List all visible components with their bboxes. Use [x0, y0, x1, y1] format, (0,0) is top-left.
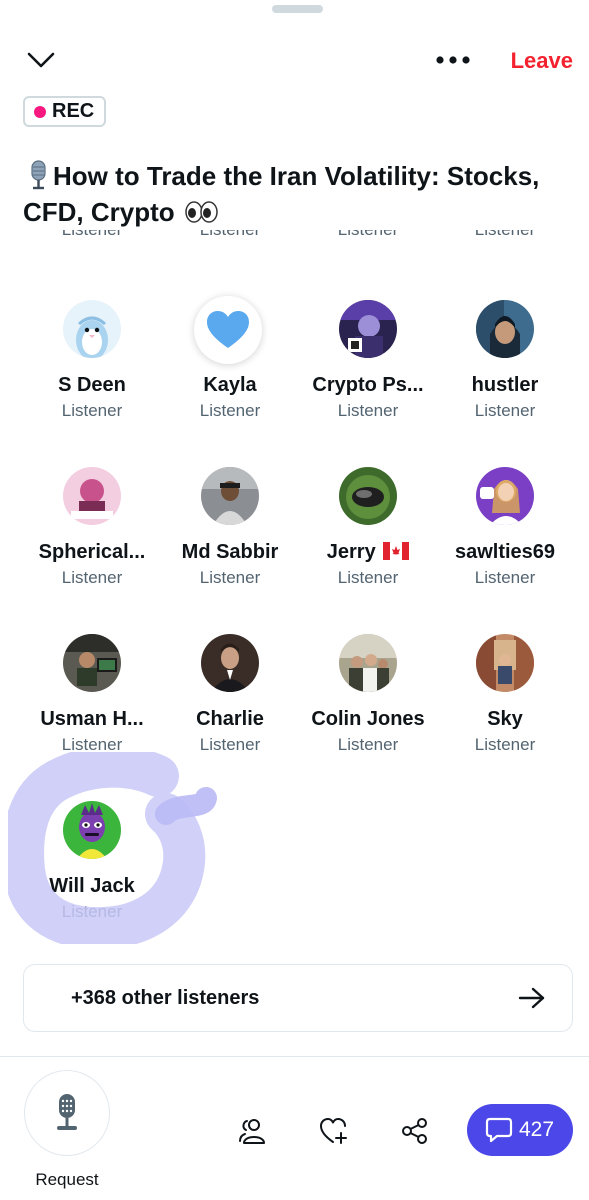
cyber-figure-avatar-icon	[339, 300, 397, 358]
cartoon-character-avatar-icon	[63, 801, 121, 859]
participant-usman-h[interactable]: Usman H... Listener	[23, 634, 161, 764]
participant-name-text: Jerry	[326, 541, 376, 563]
other-listeners-button[interactable]: +368 other listeners	[23, 964, 573, 1032]
recording-badge: REC	[23, 96, 107, 127]
hero-avatar-icon	[476, 300, 534, 358]
participant-md-sabbir[interactable]: Md Sabbir Listener	[161, 467, 299, 597]
other-listeners-label: +368 other listeners	[71, 986, 260, 1009]
participant-name: Colin Jones	[311, 708, 425, 730]
avatar	[339, 467, 397, 525]
avatar	[201, 467, 259, 525]
purple-figure-avatar-icon	[476, 467, 534, 525]
participant-will-jack[interactable]: Will Jack Listener	[23, 801, 161, 931]
leave-button[interactable]: Leave	[511, 48, 573, 74]
recording-dot-icon	[34, 105, 46, 118]
participant-role: Listener	[199, 735, 261, 754]
avatar	[339, 300, 397, 358]
request-label: Request	[35, 1170, 99, 1189]
golf-club-avatar-icon	[339, 467, 397, 525]
clipped-role-label: Listener	[161, 230, 299, 240]
group-photo-avatar-icon	[339, 634, 397, 692]
participant-jerry[interactable]: Jerry Listener	[299, 467, 437, 597]
avatar	[476, 467, 534, 525]
avatar	[63, 801, 121, 859]
participant-role: Listener	[61, 401, 123, 420]
participant-s-deen[interactable]: S Deen Listener	[23, 300, 161, 430]
heart-avatar-icon	[207, 311, 249, 348]
participant-role: Listener	[474, 401, 536, 420]
participant-role: Listener	[61, 902, 123, 921]
participant-name: Md Sabbir	[181, 541, 279, 563]
top-bar: Leave	[0, 40, 589, 84]
avatar	[476, 634, 534, 692]
participant-name: sawlties69	[454, 541, 556, 563]
participant-spherical[interactable]: Spherical... Listener	[23, 467, 161, 597]
microphone-icon	[57, 1094, 77, 1130]
avatar	[194, 296, 262, 364]
participant-sawlties69[interactable]: sawlties69 Listener	[436, 467, 574, 597]
participant-role: Listener	[474, 568, 536, 587]
comments-button[interactable]: 427	[467, 1104, 573, 1156]
participant-name: Kayla	[203, 374, 257, 396]
participant-role: Listener	[199, 568, 261, 587]
pink-figure-avatar-icon	[63, 467, 121, 525]
title-line-2: CFD, Crypto	[23, 197, 175, 227]
avatar	[201, 634, 259, 692]
bottom-divider	[0, 1056, 589, 1057]
participant-charlie[interactable]: Charlie Listener	[161, 634, 299, 764]
participant-kayla[interactable]: Kayla Listener	[161, 296, 299, 430]
clipped-role-label: Listener	[436, 230, 574, 240]
eyes-emoji-icon	[185, 201, 218, 223]
clipped-previous-row: Listener Listener Listener Listener	[0, 230, 589, 252]
participant-name: Jerry	[299, 541, 437, 564]
person-photo-avatar-icon	[201, 467, 259, 525]
avatar	[476, 300, 534, 358]
sheet-grabber[interactable]	[272, 5, 323, 13]
request-to-speak-button[interactable]	[24, 1070, 110, 1156]
share-icon[interactable]	[400, 1117, 430, 1145]
penguin-avatar-icon	[63, 300, 121, 358]
participant-name: S Deen	[58, 374, 126, 396]
microphone-emoji-icon	[31, 160, 46, 190]
participant-crypto-ps[interactable]: Crypto Ps... Listener	[299, 300, 437, 430]
person-photo-avatar-icon	[201, 634, 259, 692]
avatar	[63, 300, 121, 358]
avatar	[339, 634, 397, 692]
canada-flag-icon	[383, 542, 410, 560]
desk-scene-avatar-icon	[63, 634, 121, 692]
chat-bubble-icon	[485, 1117, 513, 1143]
participant-name: Crypto Ps...	[312, 374, 424, 396]
participant-name: Usman H...	[40, 708, 144, 730]
space-title: How to Trade the Iran Volatility: Stocks…	[23, 158, 583, 230]
participant-name: Sky	[487, 708, 523, 730]
people-icon[interactable]	[238, 1117, 268, 1145]
participant-role: Listener	[337, 568, 399, 587]
comment-count: 427	[519, 1118, 555, 1141]
participant-role: Listener	[337, 401, 399, 420]
participant-name: Will Jack	[49, 875, 135, 897]
more-options-icon[interactable]	[434, 50, 474, 70]
title-line-1: How to Trade the Iran Volatility: Stocks…	[53, 161, 540, 191]
participant-name: hustler	[471, 374, 539, 396]
participant-name: Charlie	[196, 708, 264, 730]
participant-role: Listener	[61, 568, 123, 587]
avatar	[63, 467, 121, 525]
clipped-role-label: Listener	[23, 230, 161, 240]
heart-plus-icon[interactable]	[319, 1117, 349, 1145]
participant-name: Spherical...	[38, 541, 146, 563]
arrow-right-icon	[518, 987, 545, 1009]
participant-role: Listener	[199, 401, 261, 420]
participant-hustler[interactable]: hustler Listener	[436, 300, 574, 430]
participant-role: Listener	[474, 735, 536, 754]
recording-label: REC	[52, 100, 95, 122]
clipped-role-label: Listener	[299, 230, 437, 240]
participant-role: Listener	[61, 735, 123, 754]
participant-role: Listener	[337, 735, 399, 754]
chevron-down-icon[interactable]	[26, 48, 56, 72]
avatar	[63, 634, 121, 692]
participant-colin-jones[interactable]: Colin Jones Listener	[299, 634, 437, 764]
participant-sky[interactable]: Sky Listener	[436, 634, 574, 764]
person-photo-avatar-icon	[476, 634, 534, 692]
